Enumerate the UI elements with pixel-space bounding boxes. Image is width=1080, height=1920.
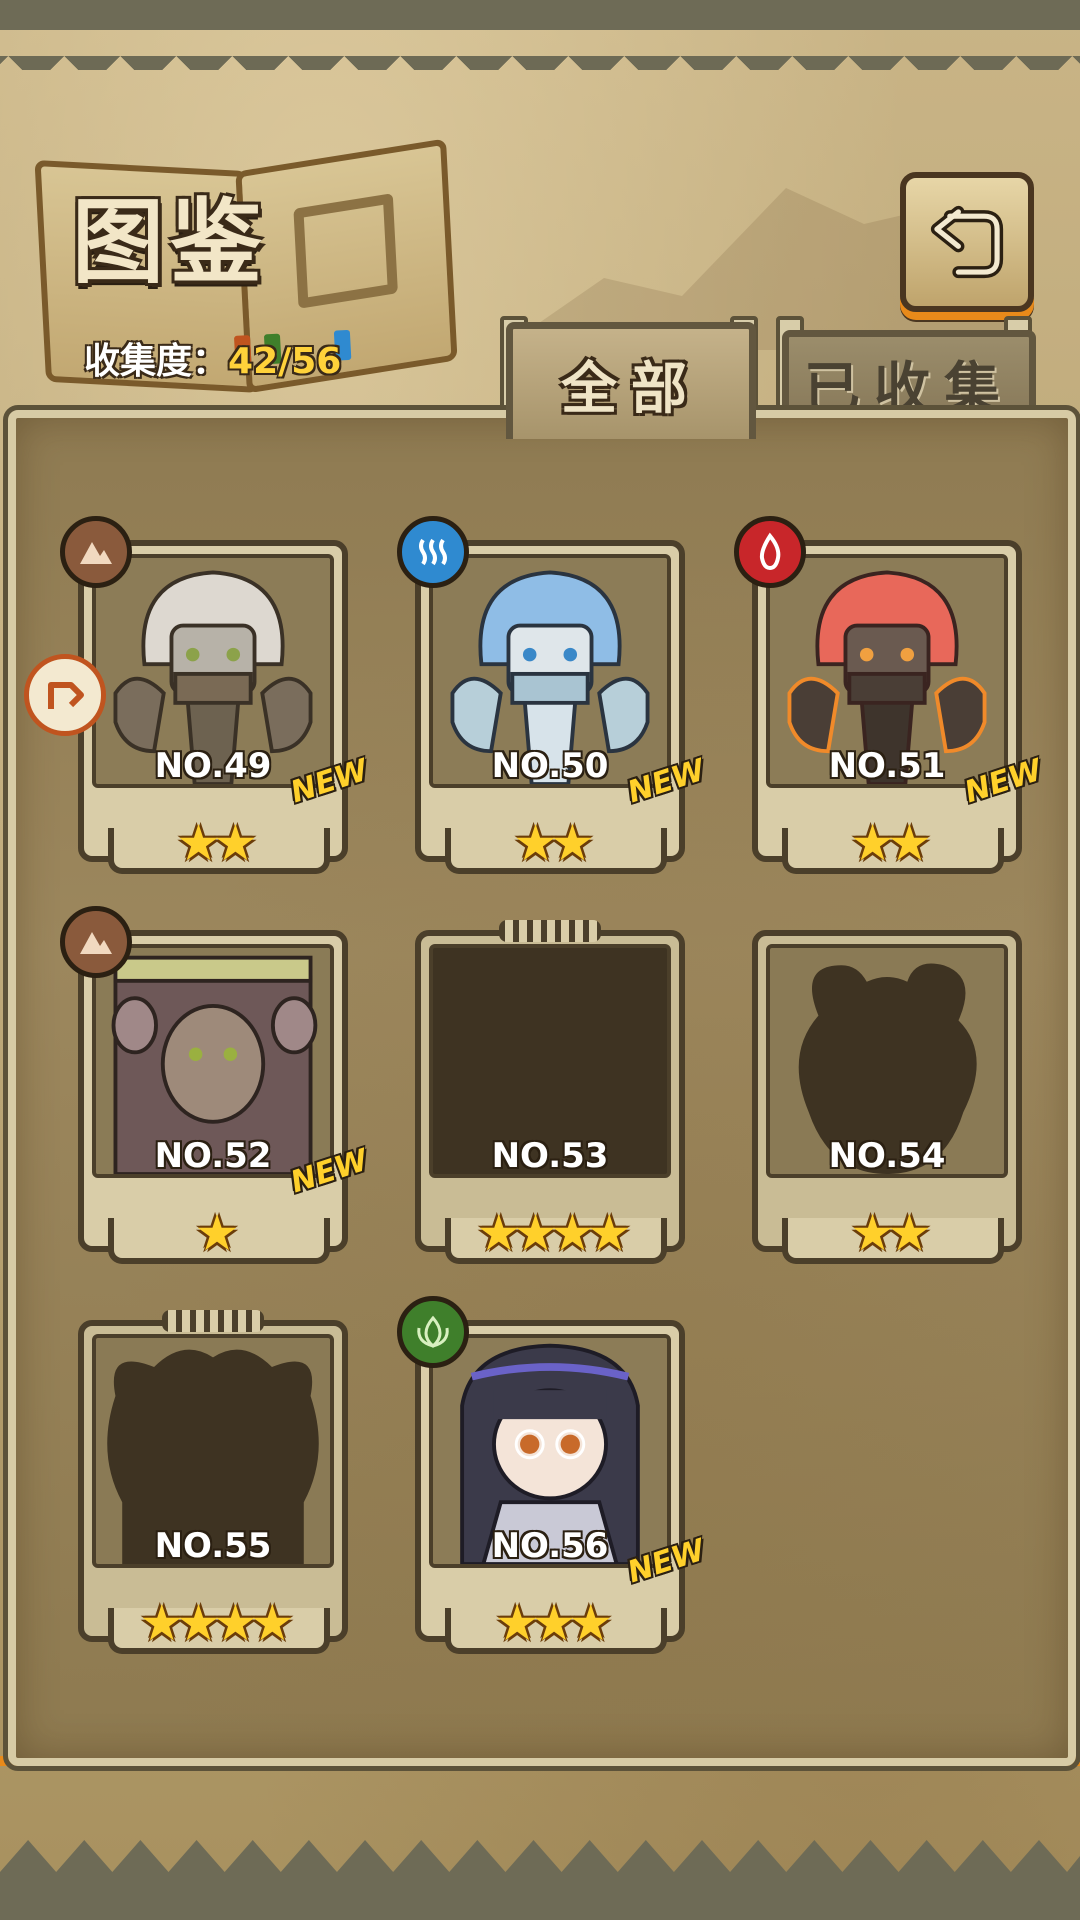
earth-element-icon bbox=[60, 516, 132, 588]
rarity-stars: ★★★ bbox=[494, 1594, 613, 1652]
leaf-element-icon bbox=[397, 1296, 469, 1368]
rarity-stars: ★★ bbox=[850, 1204, 932, 1262]
equip-tag-icon[interactable] bbox=[24, 654, 106, 736]
bottom-border bbox=[0, 1840, 1080, 1920]
rarity-stars: ★★ bbox=[513, 814, 595, 872]
card-no49[interactable]: NO.49 NEW ★★ bbox=[24, 516, 372, 878]
card-no50[interactable]: NO.50 NEW ★★ bbox=[397, 516, 709, 878]
codex-screen: 图鉴 收集度：42/56 全部 已收集 NO.49 NEW ★★ NO.50 N… bbox=[0, 0, 1080, 1920]
card-number: NO.55 bbox=[154, 1526, 272, 1566]
fire-element-icon bbox=[734, 516, 806, 588]
tab-all[interactable]: 全部 bbox=[506, 322, 756, 439]
page-title: 图鉴 bbox=[72, 188, 269, 296]
rarity-stars: ★ bbox=[194, 1204, 240, 1262]
card-number: NO.53 bbox=[491, 1136, 609, 1176]
ornate-frame bbox=[499, 920, 601, 942]
rarity-stars: ★★ bbox=[850, 814, 932, 872]
codex-panel: NO.49 NEW ★★ NO.50 NEW ★★ NO.51 NEW ★★ N… bbox=[3, 405, 1080, 1771]
collection-value: 42/56 bbox=[228, 341, 342, 382]
ornate-frame bbox=[162, 1310, 264, 1332]
card-no51[interactable]: NO.51 NEW ★★ bbox=[734, 516, 1046, 878]
card-grid: NO.49 NEW ★★ NO.50 NEW ★★ NO.51 NEW ★★ N… bbox=[24, 516, 1046, 1658]
card-no53[interactable]: NO.53 ★★★★ bbox=[409, 918, 691, 1268]
rarity-stars: ★★★★ bbox=[476, 1204, 631, 1262]
earth-element-icon bbox=[60, 906, 132, 978]
collection-label: 收集度： bbox=[84, 341, 229, 382]
card-no52[interactable]: NO.52 NEW ★ bbox=[60, 906, 372, 1268]
rarity-stars: ★★ bbox=[176, 814, 258, 872]
card-no54[interactable]: NO.54 ★★ bbox=[746, 918, 1028, 1268]
card-number: NO.54 bbox=[828, 1136, 946, 1176]
top-border bbox=[0, 0, 1080, 70]
card-no55[interactable]: NO.55 ★★★★ bbox=[72, 1308, 354, 1658]
card-no56[interactable]: NO.56 NEW ★★★ bbox=[397, 1296, 709, 1658]
rarity-stars: ★★★★ bbox=[139, 1594, 294, 1652]
back-arrow-icon bbox=[930, 205, 1004, 279]
water-element-icon bbox=[397, 516, 469, 588]
back-button[interactable] bbox=[900, 172, 1034, 312]
collection-progress: 收集度：42/56 bbox=[84, 332, 341, 384]
